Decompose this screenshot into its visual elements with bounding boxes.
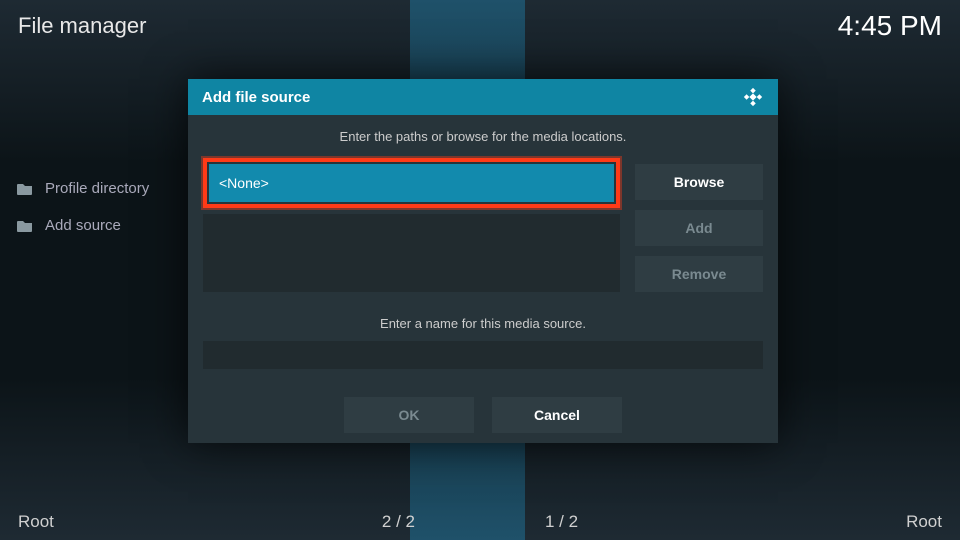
page-title: File manager <box>18 13 146 39</box>
footer-right-label: Root <box>906 512 942 532</box>
source-name-input[interactable] <box>203 341 763 369</box>
footer-count-right: 1 / 2 <box>545 512 578 532</box>
sidebar-item-add-source[interactable]: Add source <box>12 207 192 244</box>
cancel-button[interactable]: Cancel <box>492 397 622 433</box>
sidebar-item-profile-directory[interactable]: Profile directory <box>12 170 192 207</box>
footer-count-left: 2 / 2 <box>382 512 415 532</box>
sidebar: Profile directory Add source <box>12 170 192 244</box>
add-button[interactable]: Add <box>635 210 763 246</box>
dialog-header: Add file source <box>188 79 778 115</box>
name-instruction: Enter a name for this media source. <box>188 316 778 331</box>
dialog-title: Add file source <box>202 89 310 106</box>
clock: 4:45 PM <box>838 10 942 42</box>
browse-button[interactable]: Browse <box>635 164 763 200</box>
path-input[interactable] <box>209 164 614 202</box>
folder-icon <box>17 182 33 196</box>
remove-button[interactable]: Remove <box>635 256 763 292</box>
ok-button[interactable]: OK <box>344 397 474 433</box>
path-field-highlight <box>203 158 620 208</box>
footer-left-label: Root <box>18 512 54 532</box>
kodi-logo-icon <box>742 86 764 108</box>
path-instruction: Enter the paths or browse for the media … <box>188 129 778 144</box>
path-list <box>203 158 620 292</box>
header-bar: File manager 4:45 PM <box>18 10 942 42</box>
folder-icon <box>17 219 33 233</box>
path-list-empty-area[interactable] <box>203 214 620 292</box>
sidebar-item-label: Profile directory <box>45 180 149 197</box>
footer-bar: Root 2 / 2 1 / 2 Root <box>18 512 942 532</box>
sidebar-item-label: Add source <box>45 217 121 234</box>
add-file-source-dialog: Add file source Enter the paths or brows… <box>188 79 778 443</box>
